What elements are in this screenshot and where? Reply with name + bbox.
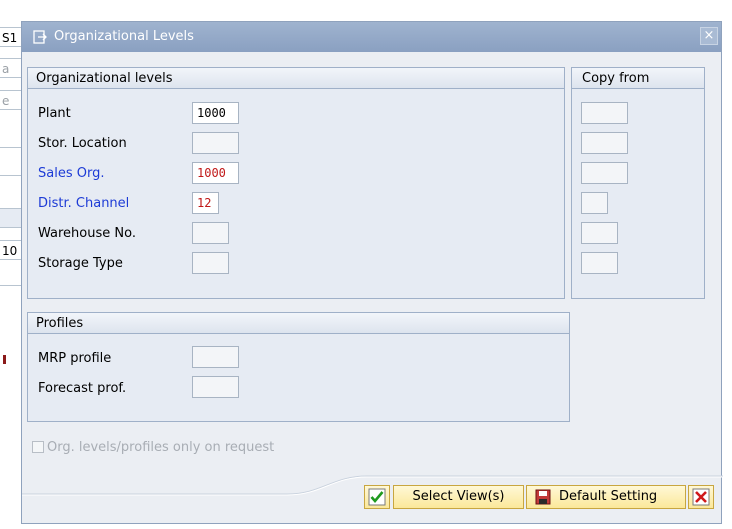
checkmark-icon (368, 488, 386, 506)
background-fragment: S1 (0, 27, 22, 47)
select-views-button[interactable]: Select View(s) (393, 485, 524, 509)
cancel-icon (692, 488, 710, 506)
org-levels-header: Organizational levels (28, 68, 564, 89)
mrp-profile-field[interactable] (192, 346, 239, 368)
org-levels-group: Organizational levels Plant 1000 Stor. L… (27, 67, 565, 299)
background-fragment: e (0, 90, 22, 110)
org-levels-dialog: Organizational Levels × Organizational l… (21, 21, 723, 524)
background-divider (0, 147, 22, 148)
dialog-title: Organizational Levels (54, 29, 194, 44)
copy-storage-type-field[interactable] (581, 252, 618, 274)
copy-from-group: Copy from (571, 67, 705, 299)
forecast-prof-field[interactable] (192, 376, 239, 398)
org-levels-on-request-option[interactable]: Org. levels/profiles only on request (32, 440, 274, 455)
copy-from-header: Copy from (572, 68, 704, 89)
close-icon[interactable]: × (700, 27, 718, 45)
cancel-button[interactable] (688, 485, 714, 509)
background-fragment (0, 208, 22, 228)
save-icon (535, 489, 551, 505)
plant-label: Plant (38, 106, 71, 121)
default-setting-button[interactable]: Default Setting (526, 485, 686, 509)
profiles-group: Profiles MRP profile Forecast prof. (27, 312, 570, 422)
confirm-button[interactable] (364, 485, 390, 509)
sales-org-label: Sales Org. (38, 166, 105, 181)
copy-sales-org-field[interactable] (581, 162, 628, 184)
copy-distr-channel-field[interactable] (581, 192, 608, 214)
distr-channel-label: Distr. Channel (38, 196, 130, 211)
background-fragment: 10 (0, 240, 22, 260)
forecast-prof-label: Forecast prof. (38, 381, 127, 396)
default-setting-label: Default Setting (559, 489, 658, 504)
distr-channel-field[interactable]: 12 (192, 192, 219, 214)
sales-org-field[interactable]: 1000 (192, 162, 239, 184)
plant-field[interactable]: 1000 (192, 102, 239, 124)
copy-stor-location-field[interactable] (581, 132, 628, 154)
copy-warehouse-no-field[interactable] (581, 222, 618, 244)
org-levels-on-request-checkbox[interactable] (32, 441, 44, 453)
storage-type-label: Storage Type (38, 256, 123, 271)
background-divider (0, 285, 22, 286)
storage-type-field[interactable] (192, 252, 229, 274)
background-app: S1 a e 10 (0, 0, 22, 529)
profiles-header: Profiles (28, 313, 569, 334)
background-fragment: a (0, 58, 22, 78)
stor-location-field[interactable] (192, 132, 239, 154)
background-divider (0, 175, 22, 176)
warehouse-no-field[interactable] (192, 222, 229, 244)
background-marker (3, 355, 6, 364)
mrp-profile-label: MRP profile (38, 351, 112, 366)
copy-plant-field[interactable] (581, 102, 628, 124)
stor-location-label: Stor. Location (38, 136, 127, 151)
dialog-titlebar[interactable]: Organizational Levels × (22, 22, 721, 52)
dialog-window-icon (33, 30, 47, 44)
warehouse-no-label: Warehouse No. (38, 226, 136, 241)
org-levels-on-request-label: Org. levels/profiles only on request (47, 440, 275, 455)
